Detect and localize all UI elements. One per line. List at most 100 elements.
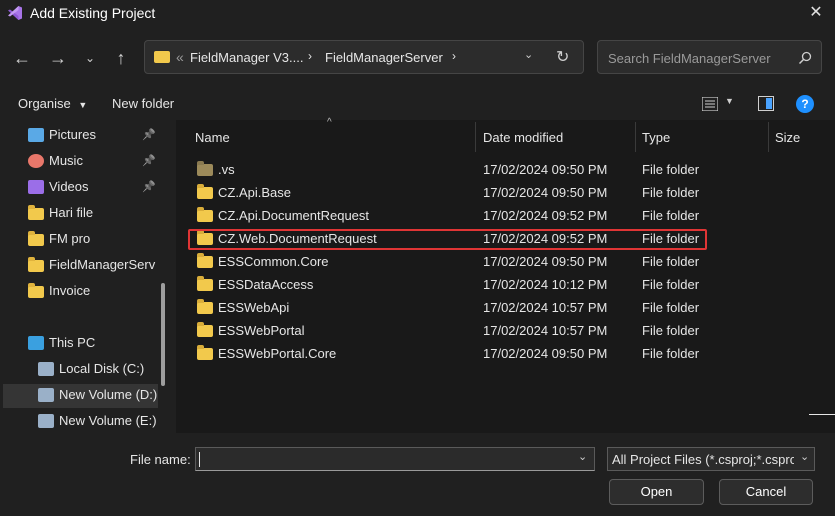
drive-icon <box>38 362 54 376</box>
sidebar-item-1[interactable]: Music 📌 <box>0 149 176 173</box>
folder-icon <box>28 257 44 272</box>
sidebar-item-6[interactable]: Invoice <box>0 279 176 303</box>
column-header-date[interactable]: Date modified <box>483 130 563 145</box>
pictures-icon <box>28 128 44 142</box>
file-type: File folder <box>642 162 700 177</box>
arrow-right-icon[interactable]: → <box>46 46 70 70</box>
folder-icon <box>197 322 213 337</box>
chevron-down-icon[interactable]: ⌄ <box>800 450 809 463</box>
file-date: 17/02/2024 09:50 PM <box>483 254 608 269</box>
file-name-label: File name: <box>130 452 191 467</box>
cancel-button[interactable]: Cancel <box>719 479 813 505</box>
file-row[interactable]: ESSWebApi 17/02/2024 10:57 PM File folder <box>176 297 835 320</box>
caret-down-icon[interactable]: ▼ <box>725 96 734 106</box>
sidebar-item-5[interactable]: FieldManagerServ <box>0 253 176 277</box>
sidebar-item-label: FieldManagerServ <box>49 257 156 272</box>
sidebar-item-4[interactable]: FM pro <box>0 227 176 251</box>
drive-icon <box>38 414 54 428</box>
file-type: File folder <box>642 346 700 361</box>
sidebar-item-10[interactable]: New Volume (E:) <box>0 409 176 433</box>
file-type: File folder <box>642 254 700 269</box>
window-title: Add Existing Project <box>30 5 156 21</box>
organise-label: Organise <box>18 96 71 111</box>
file-name: CZ.Api.Base <box>218 185 291 200</box>
file-name: ESSDataAccess <box>218 277 314 292</box>
chevron-down-icon[interactable]: ⌄ <box>78 46 102 70</box>
search-input[interactable]: Search FieldManagerServer <box>608 51 771 66</box>
organise-menu[interactable]: Organise ▼ <box>18 96 87 111</box>
help-icon[interactable]: ? <box>796 95 814 113</box>
file-row[interactable]: .vs 17/02/2024 09:50 PM File folder <box>176 159 835 182</box>
pin-icon: 📌 <box>142 181 156 193</box>
file-name: .vs <box>218 162 235 177</box>
music-icon <box>28 154 44 168</box>
sidebar-item-9[interactable]: New Volume (D:) <box>0 383 176 407</box>
breadcrumb-overflow[interactable]: « <box>176 49 184 65</box>
sidebar-item-7[interactable]: This PC <box>0 331 176 355</box>
search-icon[interactable] <box>798 51 812 65</box>
sidebar-item-label: Hari file <box>49 205 94 220</box>
file-date: 17/02/2024 09:50 PM <box>483 185 608 200</box>
file-type: File folder <box>642 277 700 292</box>
arrow-left-icon[interactable]: ← <box>10 46 34 70</box>
folder-icon <box>197 184 213 199</box>
chevron-right-icon[interactable]: › <box>308 49 312 63</box>
file-type: File folder <box>642 208 700 223</box>
sidebar-item-3[interactable]: Hari file <box>0 201 176 225</box>
file-name-field[interactable]: ⌄ <box>195 447 595 471</box>
refresh-icon[interactable]: ↻ <box>556 47 569 67</box>
file-name: ESSWebPortal <box>218 323 305 338</box>
scroll-indicator <box>809 414 835 415</box>
column-header-name[interactable]: Name <box>195 130 230 145</box>
sidebar-item-label: FM pro <box>49 231 91 246</box>
file-row[interactable]: CZ.Api.DocumentRequest 17/02/2024 09:52 P… <box>176 205 835 228</box>
file-type: File folder <box>642 300 700 315</box>
sidebar-item-label: New Volume (D:) <box>59 387 158 402</box>
pin-icon: 📌 <box>142 129 156 141</box>
file-row[interactable]: ESSWebPortal 17/02/2024 10:57 PM File fold… <box>176 320 835 343</box>
folder-icon <box>197 299 213 314</box>
drive-icon <box>38 388 54 402</box>
breadcrumb-item[interactable]: FieldManagerServer <box>325 50 443 65</box>
computer-icon <box>28 336 44 350</box>
file-row[interactable]: ESSDataAccess 17/02/2024 10:12 PM File fol… <box>176 274 835 297</box>
visual-studio-icon <box>8 6 22 20</box>
chevron-down-icon[interactable]: ⌄ <box>524 48 533 61</box>
file-date: 17/02/2024 10:57 PM <box>483 323 608 338</box>
file-date: 17/02/2024 10:12 PM <box>483 277 608 292</box>
sidebar-item-8[interactable]: Local Disk (C:) <box>0 357 176 381</box>
preview-pane-icon[interactable] <box>758 96 774 111</box>
folder-icon <box>197 161 213 176</box>
file-name: ESSWebPortal.Core <box>218 346 337 361</box>
file-row[interactable]: ESSWebPortal.Core 17/02/2024 09:50 PM File… <box>176 343 835 366</box>
view-list-icon[interactable] <box>702 97 718 111</box>
sort-ascending-icon: ^ <box>327 117 332 128</box>
close-icon[interactable]: ✕ <box>806 3 826 23</box>
file-name: ESSCommon.Core <box>218 254 329 269</box>
file-date: 17/02/2024 10:57 PM <box>483 300 608 315</box>
folder-icon <box>28 283 44 298</box>
column-header-type[interactable]: Type <box>642 130 670 145</box>
caret-down-icon: ▼ <box>78 100 88 110</box>
address-bar[interactable]: « FieldManager V3.... › FieldManagerServ… <box>144 40 584 74</box>
sidebar-scrollbar[interactable] <box>161 283 165 386</box>
file-name: ESSWebApi <box>218 300 290 315</box>
folder-icon <box>197 207 213 222</box>
chevron-down-icon[interactable]: ⌄ <box>578 450 587 463</box>
breadcrumb-item[interactable]: FieldManager V3.... <box>190 50 303 65</box>
file-date: 17/02/2024 09:52 PM <box>483 208 608 223</box>
arrow-up-icon[interactable]: ↑ <box>109 46 133 70</box>
chevron-right-icon[interactable]: › <box>452 49 456 63</box>
file-type: File folder <box>642 323 700 338</box>
sidebar-item-2[interactable]: Videos 📌 <box>0 175 176 199</box>
open-button[interactable]: Open <box>609 479 704 505</box>
search-box[interactable]: Search FieldManagerServer <box>597 40 822 74</box>
dialog-footer <box>0 433 835 516</box>
column-header-size[interactable]: Size <box>775 130 800 145</box>
file-type-select[interactable]: All Project Files (*.csproj;*.csproj ⌄ <box>607 447 815 471</box>
sidebar-item-0[interactable]: Pictures 📌 <box>0 123 176 147</box>
sidebar-item-label: New Volume (E:) <box>59 413 157 428</box>
file-row[interactable]: ESSCommon.Core 17/02/2024 09:50 PM File fo… <box>176 251 835 274</box>
new-folder-button[interactable]: New folder <box>112 96 174 111</box>
file-row[interactable]: CZ.Api.Base 17/02/2024 09:50 PM File folde… <box>176 182 835 205</box>
